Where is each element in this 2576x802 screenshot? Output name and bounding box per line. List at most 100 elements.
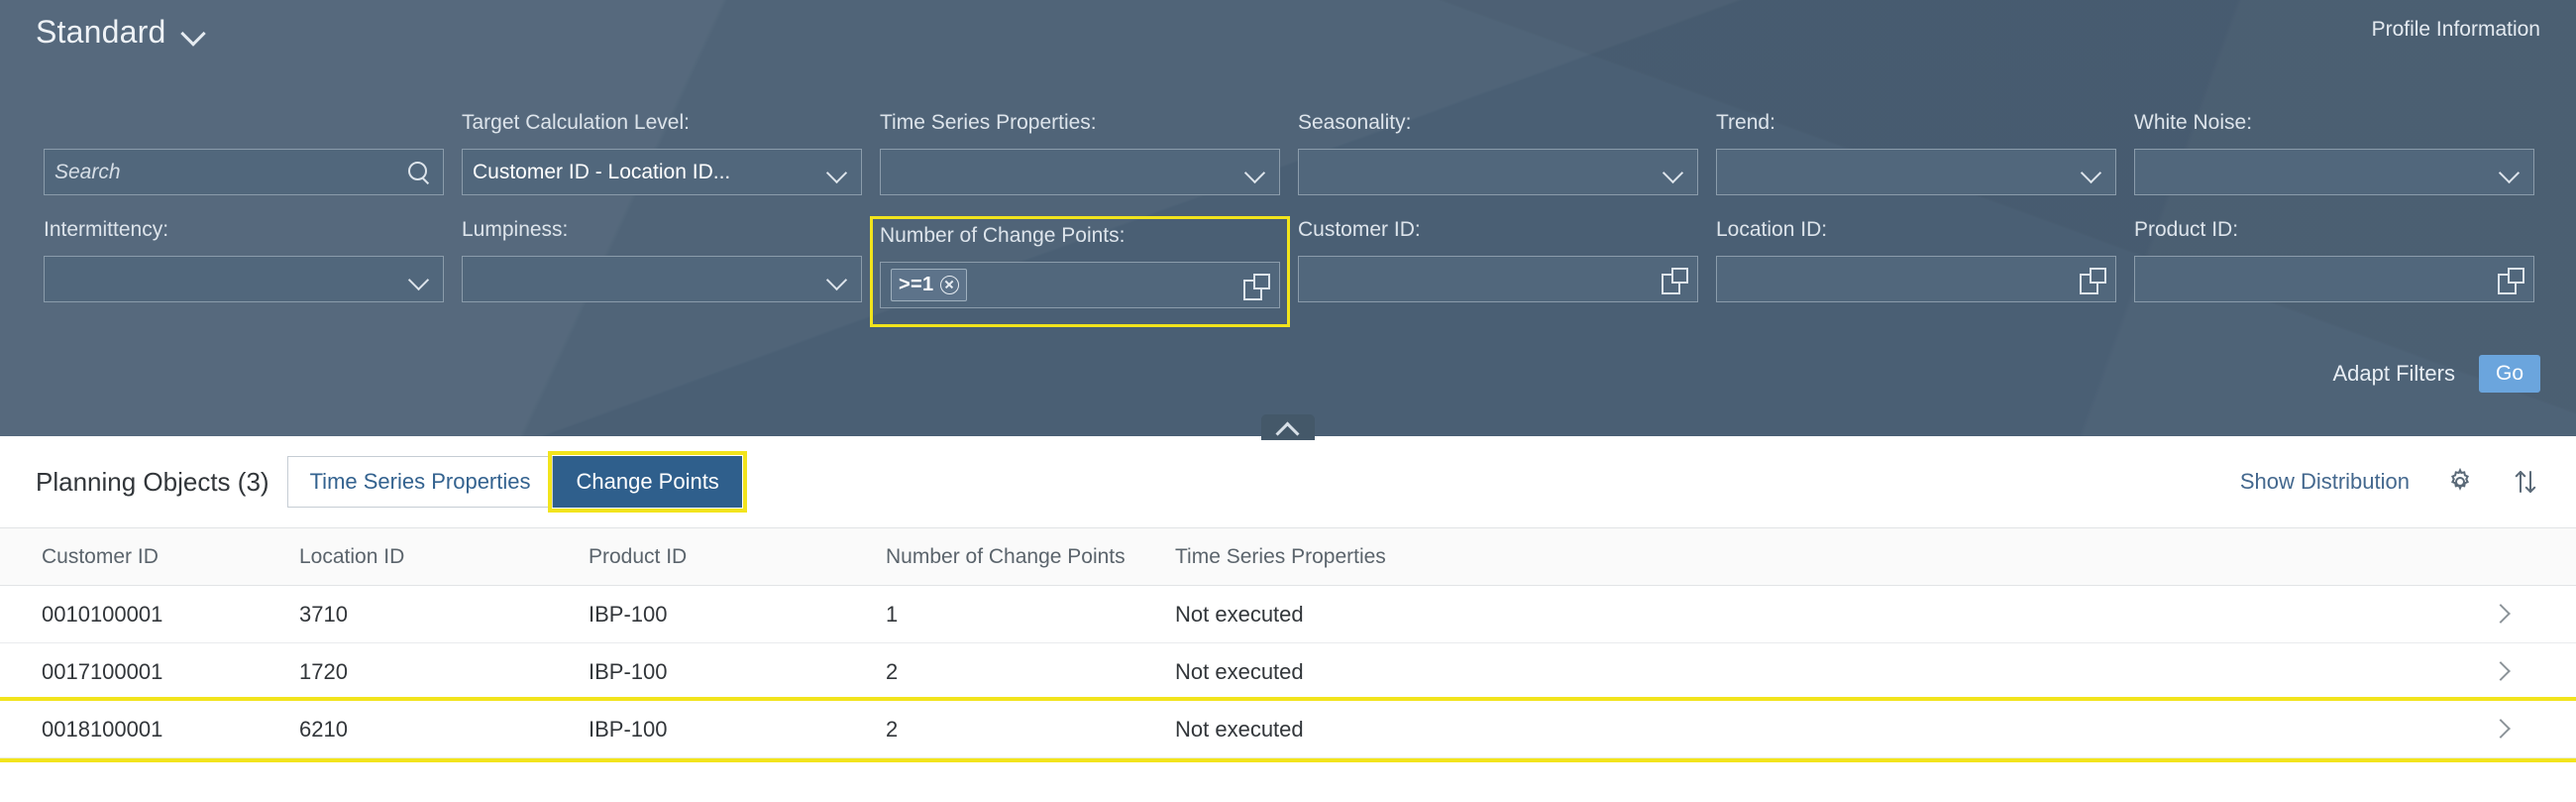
planning-objects-table: Customer ID Location ID Product ID Numbe… — [0, 527, 2576, 758]
filter-cell-lumpiness: Lumpiness: — [454, 218, 870, 325]
profile-information-link[interactable]: Profile Information — [2372, 18, 2540, 42]
chevron-right-icon[interactable] — [2493, 721, 2509, 737]
cell-number-of-change-points: 2 — [886, 643, 1175, 701]
cell-location-id: 3710 — [299, 586, 589, 643]
column-header-time-series-properties[interactable]: Time Series Properties — [1175, 528, 2493, 586]
show-distribution-button[interactable]: Show Distribution — [2240, 469, 2410, 495]
filter-label-lumpiness: Lumpiness: — [462, 218, 862, 244]
cell-number-of-change-points: 2 — [886, 701, 1175, 758]
segment-time-series-properties[interactable]: Time Series Properties — [287, 456, 554, 508]
column-header-location-id[interactable]: Location ID — [299, 528, 589, 586]
value-help-icon[interactable] — [1660, 266, 1687, 293]
gear-icon[interactable] — [2445, 467, 2475, 497]
value-help-icon[interactable] — [1241, 272, 1269, 299]
filter-cell-white-noise: White Noise: — [2126, 111, 2542, 218]
column-header-customer-id[interactable]: Customer ID — [0, 528, 299, 586]
table-toolbar: Planning Objects (3) Time Series Propert… — [0, 436, 2576, 527]
table-row[interactable]: 0010100001 3710 IBP-100 1 Not executed — [0, 586, 2576, 643]
chevron-down-icon[interactable] — [405, 266, 433, 293]
filter-fields-grid: Search Target Calculation Level: Custome… — [36, 111, 2540, 325]
filter-select-time-series-properties[interactable] — [880, 149, 1280, 195]
table-body: 0010100001 3710 IBP-100 1 Not executed 0… — [0, 586, 2576, 758]
application-root: Standard Profile Information Search Targ… — [0, 0, 2576, 802]
cell-location-id: 6210 — [299, 701, 589, 758]
filter-value-target-calculation-level: Customer ID - Location ID... — [473, 161, 730, 184]
sort-icon[interactable] — [2511, 467, 2540, 497]
table-toolbar-right: Show Distribution — [2240, 467, 2540, 497]
search-placeholder: Search — [54, 161, 121, 184]
chevron-down-icon[interactable] — [823, 159, 851, 186]
filter-input-location-id[interactable] — [1716, 256, 2116, 302]
chevron-down-icon[interactable] — [1660, 159, 1687, 186]
filter-cell-seasonality: Seasonality: — [1290, 111, 1706, 218]
content-area: Planning Objects (3) Time Series Propert… — [0, 436, 2576, 802]
filter-bar: Standard Profile Information Search Targ… — [0, 0, 2576, 436]
planning-objects-title: Planning Objects (3) — [36, 467, 269, 498]
segment-change-points-highlight: Change Points — [553, 456, 741, 508]
column-header-product-id[interactable]: Product ID — [589, 528, 886, 586]
chevron-down-icon[interactable] — [181, 21, 205, 45]
cell-product-id: IBP-100 — [589, 586, 886, 643]
filter-select-target-calculation-level[interactable]: Customer ID - Location ID... — [462, 149, 862, 195]
filter-label-number-of-change-points: Number of Change Points: — [880, 224, 1280, 250]
cell-navigation[interactable] — [2493, 701, 2576, 758]
cell-navigation[interactable] — [2493, 586, 2576, 643]
filter-label-white-noise: White Noise: — [2134, 111, 2534, 137]
filter-input-customer-id[interactable] — [1298, 256, 1698, 302]
cell-product-id: IBP-100 — [589, 701, 886, 758]
go-button[interactable]: Go — [2479, 355, 2540, 393]
column-header-navigation — [2493, 528, 2576, 586]
chevron-right-icon[interactable] — [2493, 606, 2509, 622]
filter-cell-number-of-change-points: Number of Change Points: >=1 — [872, 218, 1288, 325]
cell-customer-id: 0010100001 — [0, 586, 299, 643]
value-help-icon[interactable] — [2078, 266, 2105, 293]
cell-time-series-properties: Not executed — [1175, 586, 2493, 643]
filter-select-trend[interactable] — [1716, 149, 2116, 195]
filter-token-number-of-change-points[interactable]: >=1 — [891, 269, 967, 301]
variant-title: Standard — [36, 14, 165, 51]
chevron-down-icon[interactable] — [2078, 159, 2105, 186]
filter-select-seasonality[interactable] — [1298, 149, 1698, 195]
table-header-row: Customer ID Location ID Product ID Numbe… — [0, 528, 2576, 586]
search-icon[interactable] — [405, 159, 433, 186]
filter-cell-target-calculation-level: Target Calculation Level: Customer ID - … — [454, 111, 870, 218]
chevron-right-icon[interactable] — [2493, 663, 2509, 679]
filter-cell-product-id: Product ID: — [2126, 218, 2542, 325]
filter-select-white-noise[interactable] — [2134, 149, 2534, 195]
segment-change-points[interactable]: Change Points — [553, 456, 741, 508]
filter-input-product-id[interactable] — [2134, 256, 2534, 302]
variant-selector[interactable]: Standard — [36, 14, 205, 51]
cell-customer-id: 0018100001 — [0, 701, 299, 758]
view-segmented-buttons: Time Series Properties Change Points — [287, 456, 742, 508]
filter-label-location-id: Location ID: — [1716, 218, 2116, 244]
remove-circle-icon[interactable] — [940, 276, 959, 294]
filter-cell-location-id: Location ID: — [1708, 218, 2124, 325]
table-row[interactable]: 0017100001 1720 IBP-100 2 Not executed — [0, 643, 2576, 701]
filter-cell-time-series-properties: Time Series Properties: — [872, 111, 1288, 218]
cell-navigation[interactable] — [2493, 643, 2576, 701]
cell-customer-id: 0017100001 — [0, 643, 299, 701]
filter-label-intermittency: Intermittency: — [44, 218, 444, 244]
filter-label-trend: Trend: — [1716, 111, 2116, 137]
token-label: >=1 — [899, 274, 933, 296]
filter-select-lumpiness[interactable] — [462, 256, 862, 302]
cell-time-series-properties: Not executed — [1175, 643, 2493, 701]
filter-label-seasonality: Seasonality: — [1298, 111, 1698, 137]
table-row[interactable]: 0018100001 6210 IBP-100 2 Not executed — [0, 701, 2576, 758]
column-header-number-of-change-points[interactable]: Number of Change Points — [886, 528, 1175, 586]
cell-location-id: 1720 — [299, 643, 589, 701]
filter-label-target-calculation-level: Target Calculation Level: — [462, 111, 862, 137]
value-help-icon[interactable] — [2496, 266, 2523, 293]
chevron-down-icon[interactable] — [1241, 159, 1269, 186]
cell-number-of-change-points: 1 — [886, 586, 1175, 643]
filter-label-product-id: Product ID: — [2134, 218, 2534, 244]
adapt-filters-button[interactable]: Adapt Filters — [2332, 361, 2455, 387]
filter-label-time-series-properties: Time Series Properties: — [880, 111, 1280, 137]
filter-input-number-of-change-points[interactable]: >=1 — [880, 262, 1280, 308]
chevron-down-icon[interactable] — [823, 266, 851, 293]
search-input[interactable]: Search — [44, 149, 444, 195]
filter-select-intermittency[interactable] — [44, 256, 444, 302]
collapse-filter-bar-button[interactable] — [1261, 414, 1315, 440]
chevron-down-icon[interactable] — [2496, 159, 2523, 186]
cell-time-series-properties: Not executed — [1175, 701, 2493, 758]
